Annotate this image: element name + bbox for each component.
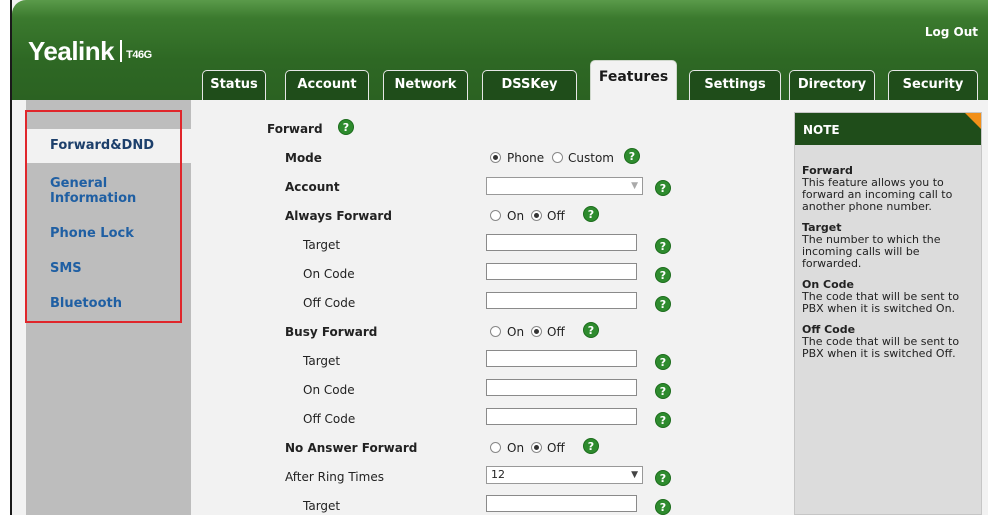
always-on-code-input[interactable]: [486, 263, 637, 280]
after-ring-times-value: 12: [491, 468, 505, 481]
tab-status[interactable]: Status: [202, 70, 266, 100]
note-text: The number to which the incoming calls w…: [802, 233, 941, 270]
help-icon[interactable]: ?: [624, 148, 640, 164]
busy-off-code-input[interactable]: [486, 408, 637, 425]
help-icon[interactable]: ?: [655, 267, 671, 283]
mode-phone-radio[interactable]: [490, 152, 501, 163]
always-forward-on-label: On: [507, 209, 525, 223]
tab-account[interactable]: Account: [285, 70, 369, 100]
logout-link[interactable]: Log Out: [925, 25, 978, 39]
note-panel: NOTE Forward This feature allows you to …: [794, 112, 982, 515]
after-ring-times-select[interactable]: 12 ▼: [486, 466, 643, 484]
logo-separator: [120, 40, 123, 62]
no-answer-on-label: On: [507, 441, 525, 455]
mode-custom-label: Custom: [568, 151, 614, 165]
help-icon[interactable]: ?: [338, 119, 354, 135]
section-title-forward: Forward: [267, 122, 323, 136]
always-forward-off-radio[interactable]: [531, 210, 542, 221]
busy-forward-on-label: On: [507, 325, 525, 339]
no-answer-on-radio[interactable]: [490, 442, 501, 453]
note-corner-flag: [965, 113, 981, 129]
note-text: This feature allows you to forward an in…: [802, 176, 953, 213]
note-entry: Off Code The code that will be sent to P…: [802, 324, 980, 360]
account-label: Account: [285, 180, 340, 194]
note-entry: Target The number to which the incoming …: [802, 222, 980, 270]
busy-on-code-input[interactable]: [486, 379, 637, 396]
busy-on-code-label: On Code: [303, 383, 355, 397]
highlight-box: [25, 110, 182, 323]
tab-settings[interactable]: Settings: [689, 70, 781, 100]
no-answer-off-label: Off: [547, 441, 565, 455]
busy-forward-on-radio[interactable]: [490, 326, 501, 337]
after-ring-times-label: After Ring Times: [285, 470, 384, 484]
busy-forward-off-label: Off: [547, 325, 565, 339]
chevron-down-icon: ▼: [631, 181, 638, 191]
brand-name: Yealink: [28, 36, 115, 66]
note-title: NOTE: [795, 113, 981, 145]
always-on-code-label: On Code: [303, 267, 355, 281]
busy-forward-off-radio[interactable]: [531, 326, 542, 337]
help-icon[interactable]: ?: [583, 206, 599, 222]
always-off-code-input[interactable]: [486, 292, 637, 309]
help-icon[interactable]: ?: [655, 470, 671, 486]
busy-forward-label: Busy Forward: [285, 325, 378, 339]
always-forward-label: Always Forward: [285, 209, 392, 223]
note-text: The code that will be sent to PBX when i…: [802, 335, 960, 360]
help-icon[interactable]: ?: [655, 238, 671, 254]
help-icon[interactable]: ?: [655, 499, 671, 515]
always-target-input[interactable]: [486, 234, 637, 251]
tab-directory[interactable]: Directory: [789, 70, 875, 100]
brand-logo: Yealink T46G: [28, 36, 152, 67]
busy-target-label: Target: [303, 354, 341, 368]
note-text: The code that will be sent to PBX when i…: [802, 290, 960, 315]
always-off-code-label: Off Code: [303, 296, 356, 310]
note-body: Forward This feature allows you to forwa…: [802, 165, 980, 369]
web-page-frame: Yealink T46G Log Out Status Account Netwo…: [10, 0, 988, 515]
busy-target-input[interactable]: [486, 350, 637, 367]
tab-dsskey[interactable]: DSSKey: [482, 70, 577, 100]
tab-security[interactable]: Security: [888, 70, 978, 100]
mode-phone-label: Phone: [507, 151, 545, 165]
help-icon[interactable]: ?: [655, 354, 671, 370]
help-icon[interactable]: ?: [655, 180, 671, 196]
always-forward-on-radio[interactable]: [490, 210, 501, 221]
always-target-label: Target: [303, 238, 341, 252]
no-answer-target-input[interactable]: [486, 495, 637, 512]
help-icon[interactable]: ?: [583, 438, 599, 454]
no-answer-forward-label: No Answer Forward: [285, 441, 418, 455]
note-entry: On Code The code that will be sent to PB…: [802, 279, 980, 315]
mode-custom-radio[interactable]: [552, 152, 563, 163]
mode-label: Mode: [285, 151, 322, 165]
account-select[interactable]: ▼: [486, 177, 643, 195]
tab-features[interactable]: Features: [590, 60, 677, 100]
tab-network[interactable]: Network: [383, 70, 468, 100]
no-answer-target-label: Target: [303, 499, 341, 513]
brand-model: T46G: [126, 49, 152, 61]
help-icon[interactable]: ?: [655, 412, 671, 428]
help-icon[interactable]: ?: [655, 383, 671, 399]
help-icon[interactable]: ?: [655, 296, 671, 312]
help-icon[interactable]: ?: [583, 322, 599, 338]
note-entry: Forward This feature allows you to forwa…: [802, 165, 980, 213]
always-forward-off-label: Off: [547, 209, 565, 223]
header-bar: Yealink T46G Log Out Status Account Netwo…: [12, 0, 988, 100]
chevron-down-icon: ▼: [631, 470, 638, 480]
busy-off-code-label: Off Code: [303, 412, 356, 426]
no-answer-off-radio[interactable]: [531, 442, 542, 453]
